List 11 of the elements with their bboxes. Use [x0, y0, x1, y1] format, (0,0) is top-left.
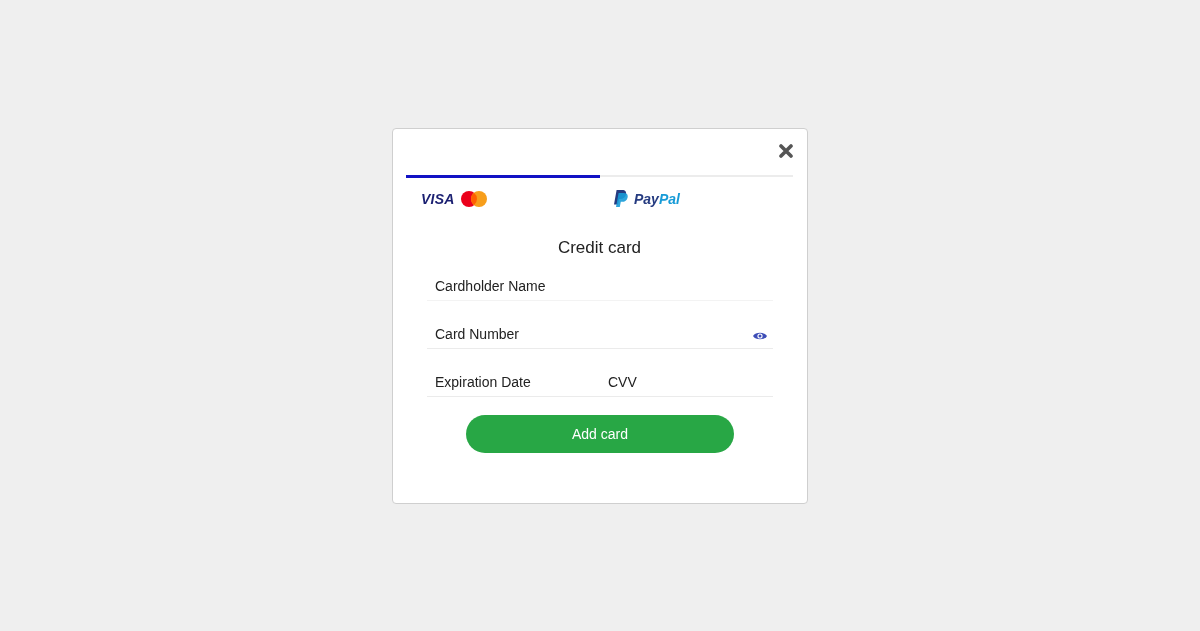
- eye-icon[interactable]: [753, 330, 767, 341]
- paypal-tab[interactable]: PayPal: [600, 175, 793, 221]
- overlapping-circles-icon: [460, 191, 489, 207]
- input-field[interactable]: Expiration Date: [435, 373, 592, 390]
- card-tab[interactable]: VISA: [406, 175, 600, 221]
- input-field[interactable]: CVV: [608, 373, 765, 390]
- input-field[interactable]: Cardholder Name: [435, 277, 765, 294]
- dialog-title: Credit card: [556, 237, 643, 259]
- close-icon[interactable]: [779, 144, 793, 158]
- card-number-field[interactable]: Card Number: [435, 325, 753, 342]
- p-logo-icon: [614, 190, 628, 207]
